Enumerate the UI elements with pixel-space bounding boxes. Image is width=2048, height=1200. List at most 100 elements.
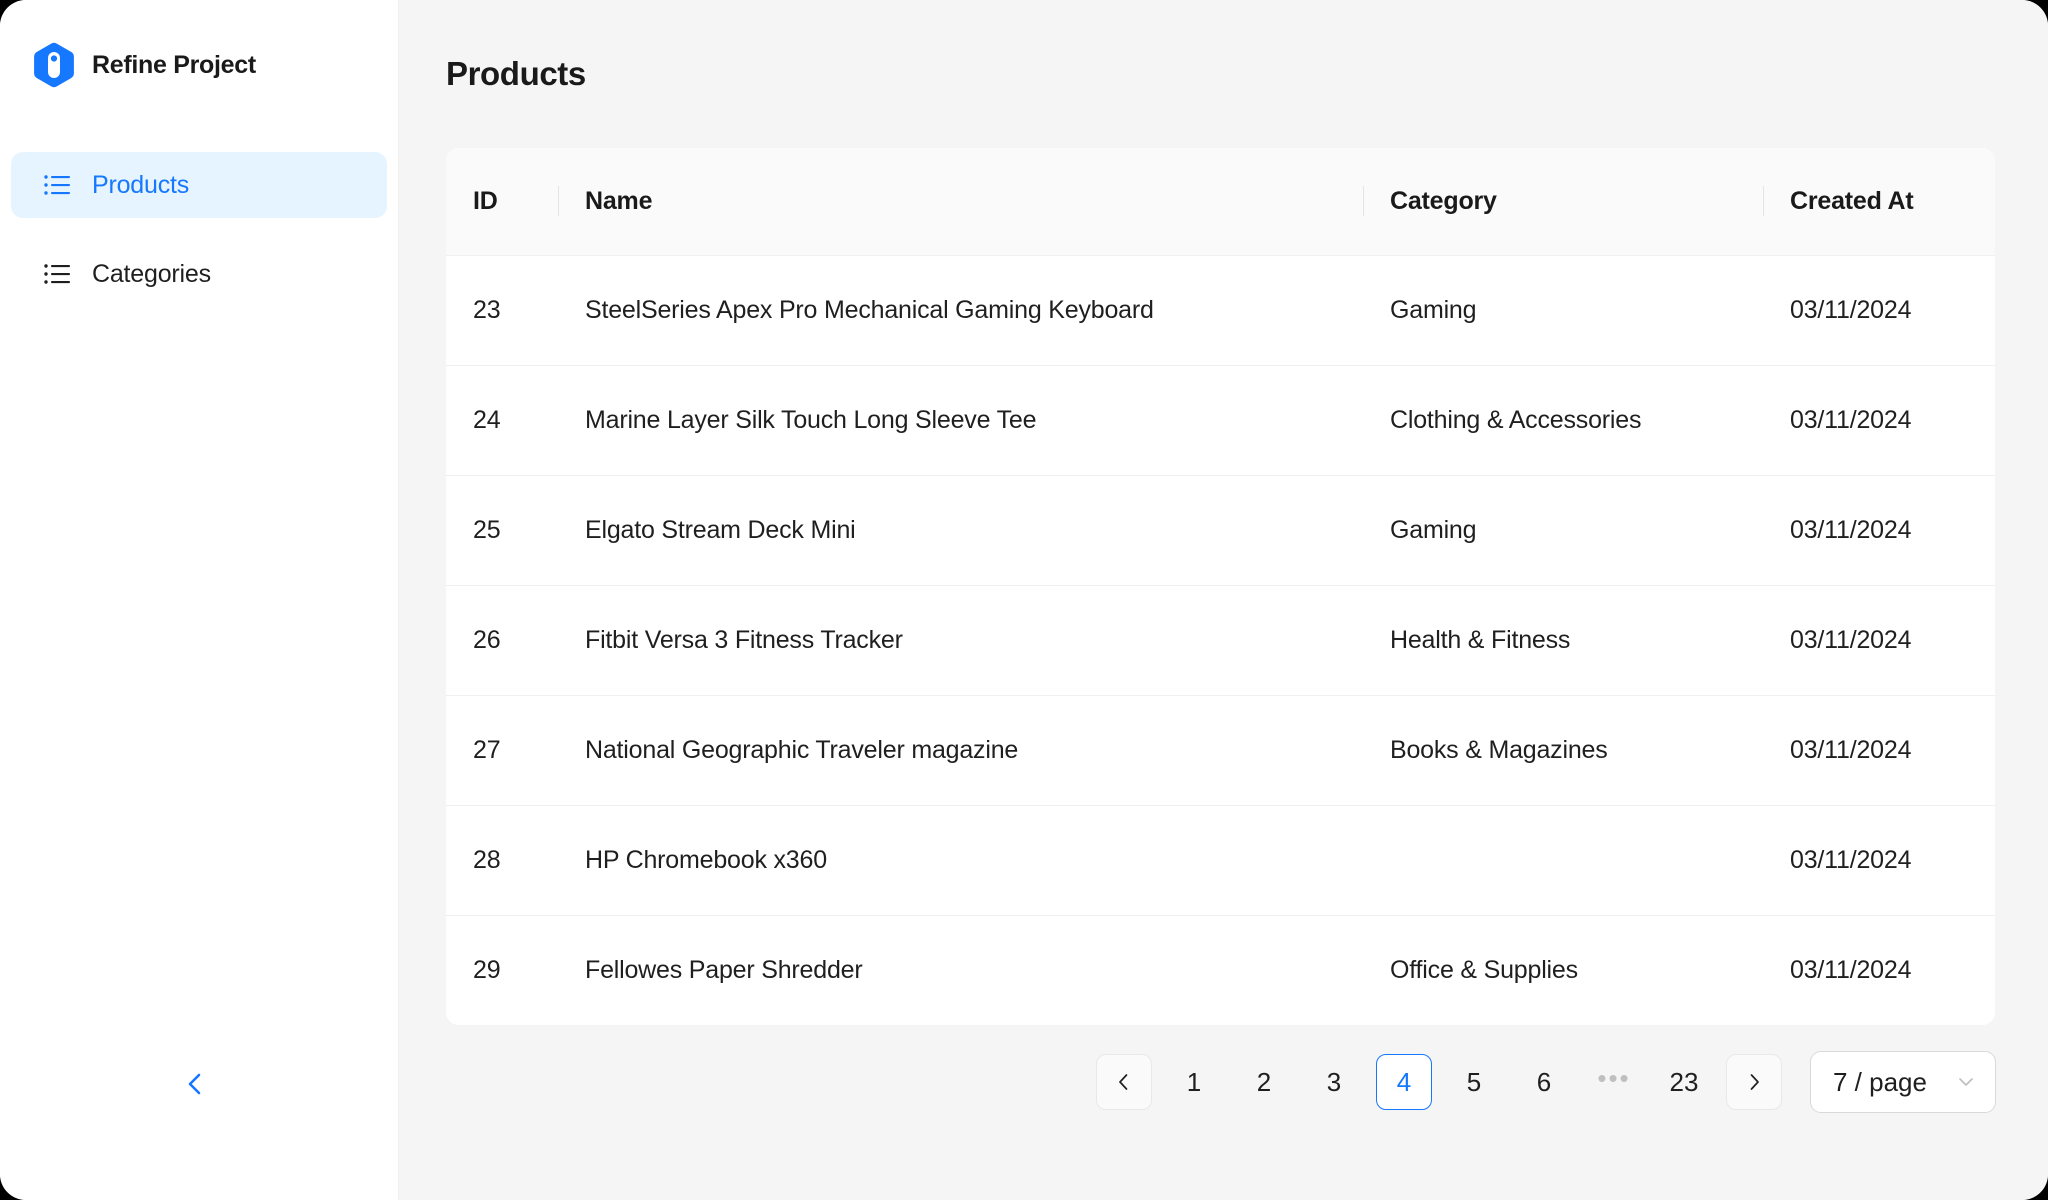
table-row[interactable]: 26 Fitbit Versa 3 Fitness Tracker Health… bbox=[446, 585, 1995, 696]
refine-hexagon-logo-icon bbox=[33, 42, 75, 88]
cell-value: Health & Fitness bbox=[1390, 625, 1571, 654]
cell-value: 25 bbox=[473, 515, 501, 544]
column-header-name[interactable]: Name bbox=[558, 148, 1363, 256]
chevron-right-icon bbox=[1744, 1072, 1764, 1092]
cell-value: Marine Layer Silk Touch Long Sleeve Tee bbox=[585, 405, 1037, 434]
products-table-card: ID Name Category Created At 23 SteelSeri… bbox=[446, 148, 1995, 1025]
cell-category: Office & Supplies bbox=[1363, 915, 1763, 1025]
cell-value: Clothing & Accessories bbox=[1390, 405, 1642, 434]
cell-id: 25 bbox=[446, 475, 558, 586]
cell-name: Elgato Stream Deck Mini bbox=[558, 475, 1363, 586]
column-header-label: Category bbox=[1390, 186, 1497, 215]
sidebar-nav: Products Categories bbox=[0, 152, 398, 330]
cell-value: Gaming bbox=[1390, 515, 1477, 544]
cell-value: 23 bbox=[473, 295, 501, 324]
cell-value: 27 bbox=[473, 735, 501, 764]
table-header: ID Name Category Created At bbox=[446, 148, 1995, 256]
cell-value: Office & Supplies bbox=[1390, 955, 1578, 984]
cell-category bbox=[1363, 805, 1763, 916]
cell-value: Fitbit Versa 3 Fitness Tracker bbox=[585, 625, 903, 654]
table-row[interactable]: 25 Elgato Stream Deck Mini Gaming 03/11/… bbox=[446, 475, 1995, 586]
cell-created-at: 03/11/2024 bbox=[1763, 585, 1995, 696]
cell-category: Clothing & Accessories bbox=[1363, 365, 1763, 476]
cell-value: 24 bbox=[473, 405, 501, 434]
table-body: 23 SteelSeries Apex Pro Mechanical Gamin… bbox=[446, 255, 1995, 1025]
main-content: Products ID Name Category Created At 23 … bbox=[399, 0, 2048, 1200]
pagination-page-6[interactable]: 6 bbox=[1516, 1054, 1572, 1110]
cell-id: 23 bbox=[446, 255, 558, 366]
app-window: Refine Project Products Categories Produ… bbox=[0, 0, 2048, 1200]
pagination-page-3[interactable]: 3 bbox=[1306, 1054, 1362, 1110]
cell-id: 27 bbox=[446, 695, 558, 806]
table-row[interactable]: 27 National Geographic Traveler magazine… bbox=[446, 695, 1995, 806]
cell-name: HP Chromebook x360 bbox=[558, 805, 1363, 916]
cell-value: 03/11/2024 bbox=[1790, 955, 1912, 984]
column-header-label: ID bbox=[473, 186, 498, 215]
cell-created-at: 03/11/2024 bbox=[1763, 475, 1995, 586]
cell-value: SteelSeries Apex Pro Mechanical Gaming K… bbox=[585, 295, 1154, 324]
pagination-prev-button[interactable] bbox=[1096, 1054, 1152, 1110]
column-header-category[interactable]: Category bbox=[1363, 148, 1763, 256]
products-table: ID Name Category Created At 23 SteelSeri… bbox=[446, 148, 1995, 1025]
cell-category: Gaming bbox=[1363, 475, 1763, 586]
cell-value: 26 bbox=[473, 625, 501, 654]
cell-created-at: 03/11/2024 bbox=[1763, 365, 1995, 476]
cell-value: 03/11/2024 bbox=[1790, 845, 1912, 874]
pagination-page-5[interactable]: 5 bbox=[1446, 1054, 1502, 1110]
cell-created-at: 03/11/2024 bbox=[1763, 805, 1995, 916]
table-row[interactable]: 29 Fellowes Paper Shredder Office & Supp… bbox=[446, 915, 1995, 1025]
cell-created-at: 03/11/2024 bbox=[1763, 695, 1995, 806]
page-size-select[interactable]: 7 / page bbox=[1810, 1051, 1996, 1113]
cell-value: 03/11/2024 bbox=[1790, 515, 1912, 544]
chevron-down-icon bbox=[1955, 1071, 1977, 1093]
cell-name: National Geographic Traveler magazine bbox=[558, 695, 1363, 806]
cell-value: 03/11/2024 bbox=[1790, 735, 1912, 764]
pagination-page-4[interactable]: 4 bbox=[1376, 1054, 1432, 1110]
cell-id: 26 bbox=[446, 585, 558, 696]
cell-created-at: 03/11/2024 bbox=[1763, 915, 1995, 1025]
cell-value: Fellowes Paper Shredder bbox=[585, 955, 863, 984]
sidebar-item-products[interactable]: Products bbox=[11, 152, 387, 218]
cell-id: 24 bbox=[446, 365, 558, 476]
cell-category: Gaming bbox=[1363, 255, 1763, 366]
pagination-page-1[interactable]: 1 bbox=[1166, 1054, 1222, 1110]
table-header-row: ID Name Category Created At bbox=[446, 148, 1995, 256]
cell-id: 28 bbox=[446, 805, 558, 916]
chevron-left-icon bbox=[183, 1071, 209, 1097]
pagination-page-2[interactable]: 2 bbox=[1236, 1054, 1292, 1110]
pagination: 1 2 3 4 5 6 ••• 23 7 / page bbox=[1096, 1051, 1996, 1113]
pagination-ellipsis[interactable]: ••• bbox=[1586, 1054, 1642, 1110]
sidebar: Refine Project Products Categories bbox=[0, 0, 399, 1200]
cell-value: 29 bbox=[473, 955, 501, 984]
table-row[interactable]: 23 SteelSeries Apex Pro Mechanical Gamin… bbox=[446, 255, 1995, 366]
cell-value: 03/11/2024 bbox=[1790, 405, 1912, 434]
cell-id: 29 bbox=[446, 915, 558, 1025]
cell-name: SteelSeries Apex Pro Mechanical Gaming K… bbox=[558, 255, 1363, 366]
column-header-id[interactable]: ID bbox=[446, 148, 558, 256]
cell-value: HP Chromebook x360 bbox=[585, 845, 827, 874]
pagination-next-button[interactable] bbox=[1726, 1054, 1782, 1110]
sidebar-item-categories[interactable]: Categories bbox=[11, 241, 387, 307]
page-size-label: 7 / page bbox=[1833, 1066, 1927, 1097]
cell-value: Books & Magazines bbox=[1390, 735, 1608, 764]
list-icon bbox=[44, 263, 70, 285]
sidebar-item-label: Products bbox=[92, 170, 190, 199]
table-row[interactable]: 24 Marine Layer Silk Touch Long Sleeve T… bbox=[446, 365, 1995, 476]
table-row[interactable]: 28 HP Chromebook x360 03/11/2024 bbox=[446, 805, 1995, 916]
column-header-label: Name bbox=[585, 186, 653, 215]
cell-value: Gaming bbox=[1390, 295, 1477, 324]
cell-value: 03/11/2024 bbox=[1790, 625, 1912, 654]
column-header-created-at[interactable]: Created At bbox=[1763, 148, 1995, 256]
cell-value: National Geographic Traveler magazine bbox=[585, 735, 1019, 764]
brand-title: Refine Project bbox=[92, 50, 256, 79]
cell-category: Books & Magazines bbox=[1363, 695, 1763, 806]
cell-value: Elgato Stream Deck Mini bbox=[585, 515, 856, 544]
brand: Refine Project bbox=[0, 0, 398, 96]
sidebar-collapse-button[interactable] bbox=[173, 1061, 219, 1107]
cell-name: Fellowes Paper Shredder bbox=[558, 915, 1363, 1025]
page-title: Products bbox=[446, 55, 586, 92]
pagination-page-last[interactable]: 23 bbox=[1656, 1054, 1712, 1110]
cell-value: 03/11/2024 bbox=[1790, 295, 1912, 324]
sidebar-item-label: Categories bbox=[92, 259, 211, 288]
chevron-left-icon bbox=[1114, 1072, 1134, 1092]
